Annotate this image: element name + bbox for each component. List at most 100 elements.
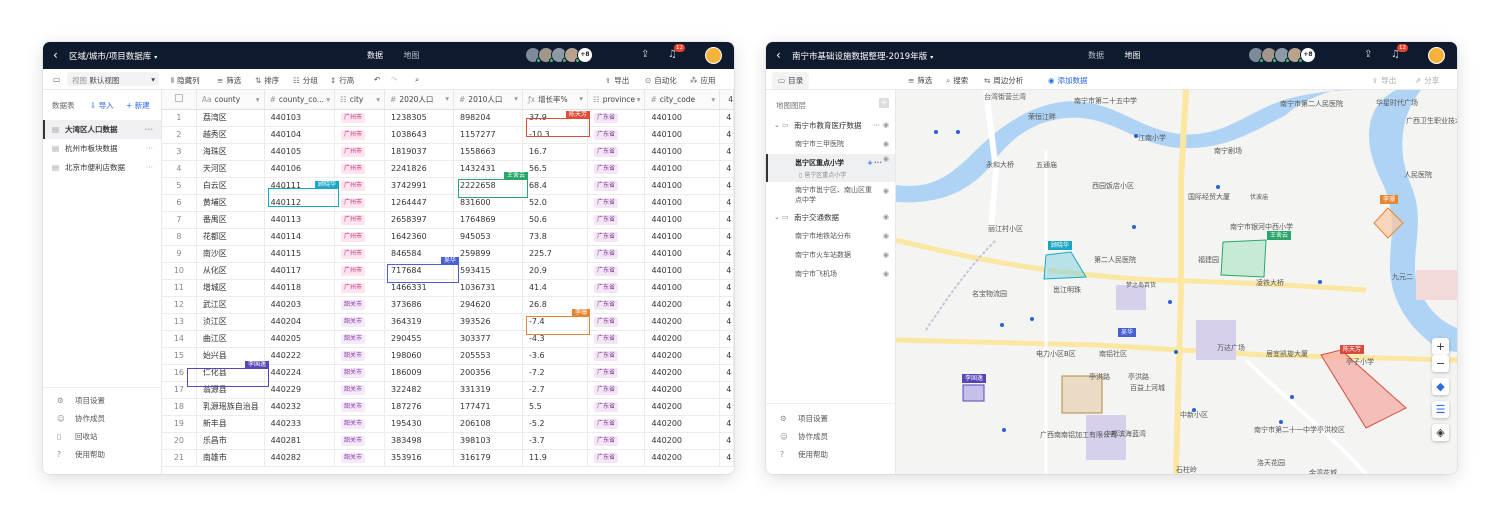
chevron-down-icon[interactable]: ▾: [256, 95, 260, 104]
map-point[interactable]: [1279, 420, 1283, 424]
data-cell[interactable]: 440224: [264, 364, 336, 382]
data-cell[interactable]: 4: [719, 109, 734, 127]
map-point[interactable]: [1174, 350, 1178, 354]
data-cell[interactable]: 187276: [384, 398, 454, 416]
layer-item[interactable]: 南宁市飞机场 ◉: [766, 265, 895, 284]
city-cell[interactable]: 韶关市: [334, 398, 386, 416]
chevron-down-icon[interactable]: ▾: [514, 94, 518, 103]
data-cell[interactable]: 翁源县: [196, 381, 265, 399]
filter-button[interactable]: ≡ 筛选: [908, 75, 932, 86]
data-cell[interactable]: 440200: [644, 364, 721, 382]
tab-map[interactable]: 地图: [1125, 51, 1141, 60]
data-cell[interactable]: 白云区: [196, 177, 265, 195]
export-button[interactable]: ⇪ 导出: [1372, 75, 1396, 86]
eye-icon[interactable]: ◉: [883, 227, 889, 246]
data-cell[interactable]: 73.8: [522, 228, 588, 246]
row-number[interactable]: 20: [162, 432, 197, 450]
data-cell[interactable]: 373686: [384, 296, 454, 314]
eye-icon[interactable]: ◉: [883, 116, 889, 135]
data-cell[interactable]: 4: [719, 177, 734, 195]
data-cell[interactable]: 4: [719, 143, 734, 161]
row-number[interactable]: 6: [162, 194, 197, 212]
data-cell[interactable]: 945053: [453, 228, 523, 246]
province-cell[interactable]: 广东省: [587, 296, 646, 314]
hide-columns-button[interactable]: ⫴ 隐藏列: [171, 75, 200, 86]
table-row[interactable]: 9 南沙区 440115 广州市 846584 259899 225.7 广东省 440100 4: [162, 245, 734, 263]
data-cell[interactable]: 始兴县: [196, 347, 265, 365]
row-number[interactable]: 15: [162, 347, 197, 365]
map-point[interactable]: [956, 130, 960, 134]
map-point[interactable]: [1168, 300, 1172, 304]
row-number[interactable]: 10: [162, 262, 197, 280]
trash-link[interactable]: ▯ 回收站: [43, 428, 161, 446]
data-cell[interactable]: 440233: [264, 415, 336, 433]
data-cell[interactable]: 440105: [264, 143, 336, 161]
data-cell[interactable]: 新丰县: [196, 415, 265, 433]
table-row[interactable]: 2 越秀区 440104 广州市 1038643 1157277 -10.3 广东省 44010…: [162, 126, 734, 144]
city-cell[interactable]: 广州市: [334, 228, 386, 246]
data-cell[interactable]: 440115: [264, 245, 336, 263]
data-cell[interactable]: 1819037: [384, 143, 454, 161]
data-cell[interactable]: 5.5: [522, 398, 588, 416]
data-cell[interactable]: 177471: [453, 398, 523, 416]
data-cell[interactable]: 11.9: [522, 449, 588, 467]
redo-icon[interactable]: ↷: [391, 75, 397, 84]
data-cell[interactable]: 440113: [264, 211, 336, 229]
more-icon[interactable]: ···: [874, 156, 882, 171]
data-cell[interactable]: 898204: [453, 109, 523, 127]
row-number[interactable]: 8: [162, 228, 197, 246]
data-cell[interactable]: 4: [719, 262, 734, 280]
row-number[interactable]: 19: [162, 415, 197, 433]
table-row[interactable]: 4 天河区 440106 广州市 2241826 1432431 56.5 广东省 440100…: [162, 160, 734, 178]
data-cell[interactable]: 增城区: [196, 279, 265, 297]
province-cell[interactable]: 广东省: [587, 211, 646, 229]
user-avatar[interactable]: [705, 47, 722, 64]
table-row[interactable]: 13 浈江区 440204 韶关市 364319 393526 -7.4 广东省 440200 4: [162, 313, 734, 331]
city-cell[interactable]: 韶关市: [334, 415, 386, 433]
province-cell[interactable]: 广东省: [587, 109, 646, 127]
list-icon[interactable]: ☰: [1432, 401, 1449, 418]
data-cell[interactable]: 294620: [453, 296, 523, 314]
search-button[interactable]: ⌕ 搜索: [946, 75, 968, 86]
eye-icon[interactable]: ◉: [883, 186, 889, 196]
data-cell[interactable]: 1157277: [453, 126, 523, 144]
province-cell[interactable]: 广东省: [587, 228, 646, 246]
row-number[interactable]: 21: [162, 449, 197, 467]
data-cell[interactable]: 4: [719, 245, 734, 263]
data-cell[interactable]: -7.4: [522, 313, 588, 331]
data-cell[interactable]: 2658397: [384, 211, 454, 229]
data-cell[interactable]: 440111: [264, 177, 336, 195]
new-button[interactable]: + 新建: [126, 100, 150, 111]
data-cell[interactable]: 1432431: [453, 160, 523, 178]
data-cell[interactable]: 440229: [264, 381, 336, 399]
row-number[interactable]: 4: [162, 160, 197, 178]
data-cell[interactable]: -3.6: [522, 347, 588, 365]
column-header[interactable]: Aa county ▾: [196, 90, 265, 110]
data-cell[interactable]: 1238305: [384, 109, 454, 127]
data-cell[interactable]: 440200: [644, 415, 721, 433]
data-cell[interactable]: 4: [719, 381, 734, 399]
data-cell[interactable]: 440200: [644, 296, 721, 314]
tab-data[interactable]: 数据: [367, 51, 383, 60]
automation-button[interactable]: ⊙ 自动化: [645, 75, 677, 86]
map-point[interactable]: [1030, 317, 1034, 321]
sublayer[interactable]: ▯ 邕宁区重点小学: [795, 171, 895, 180]
province-cell[interactable]: 广东省: [587, 262, 646, 280]
chevron-down-icon[interactable]: ▾: [326, 95, 330, 104]
data-cell[interactable]: 383498: [384, 432, 454, 450]
data-cell[interactable]: 440200: [644, 330, 721, 348]
table-row[interactable]: 11 增城区 440118 广州市 1466331 1036731 41.4 广东省 44010…: [162, 279, 734, 297]
layer-group[interactable]: ⌄ ▭ 南宁市教育医疗数据 ··· ◉: [766, 116, 895, 135]
data-cell[interactable]: 440282: [264, 449, 336, 467]
province-cell[interactable]: 广东省: [587, 143, 646, 161]
map-point[interactable]: [1000, 323, 1004, 327]
import-button[interactable]: ⇩ 导入: [90, 100, 114, 111]
data-cell[interactable]: 浈江区: [196, 313, 265, 331]
chevron-down-icon[interactable]: ⌄: [774, 208, 780, 227]
add-data-button[interactable]: ◉ 添加数据: [1048, 75, 1088, 86]
data-cell[interactable]: 黄埔区: [196, 194, 265, 212]
share-icon[interactable]: ⇪: [641, 49, 649, 60]
data-cell[interactable]: 440100: [644, 211, 721, 229]
data-cell[interactable]: 316179: [453, 449, 523, 467]
row-number[interactable]: 12: [162, 296, 197, 314]
